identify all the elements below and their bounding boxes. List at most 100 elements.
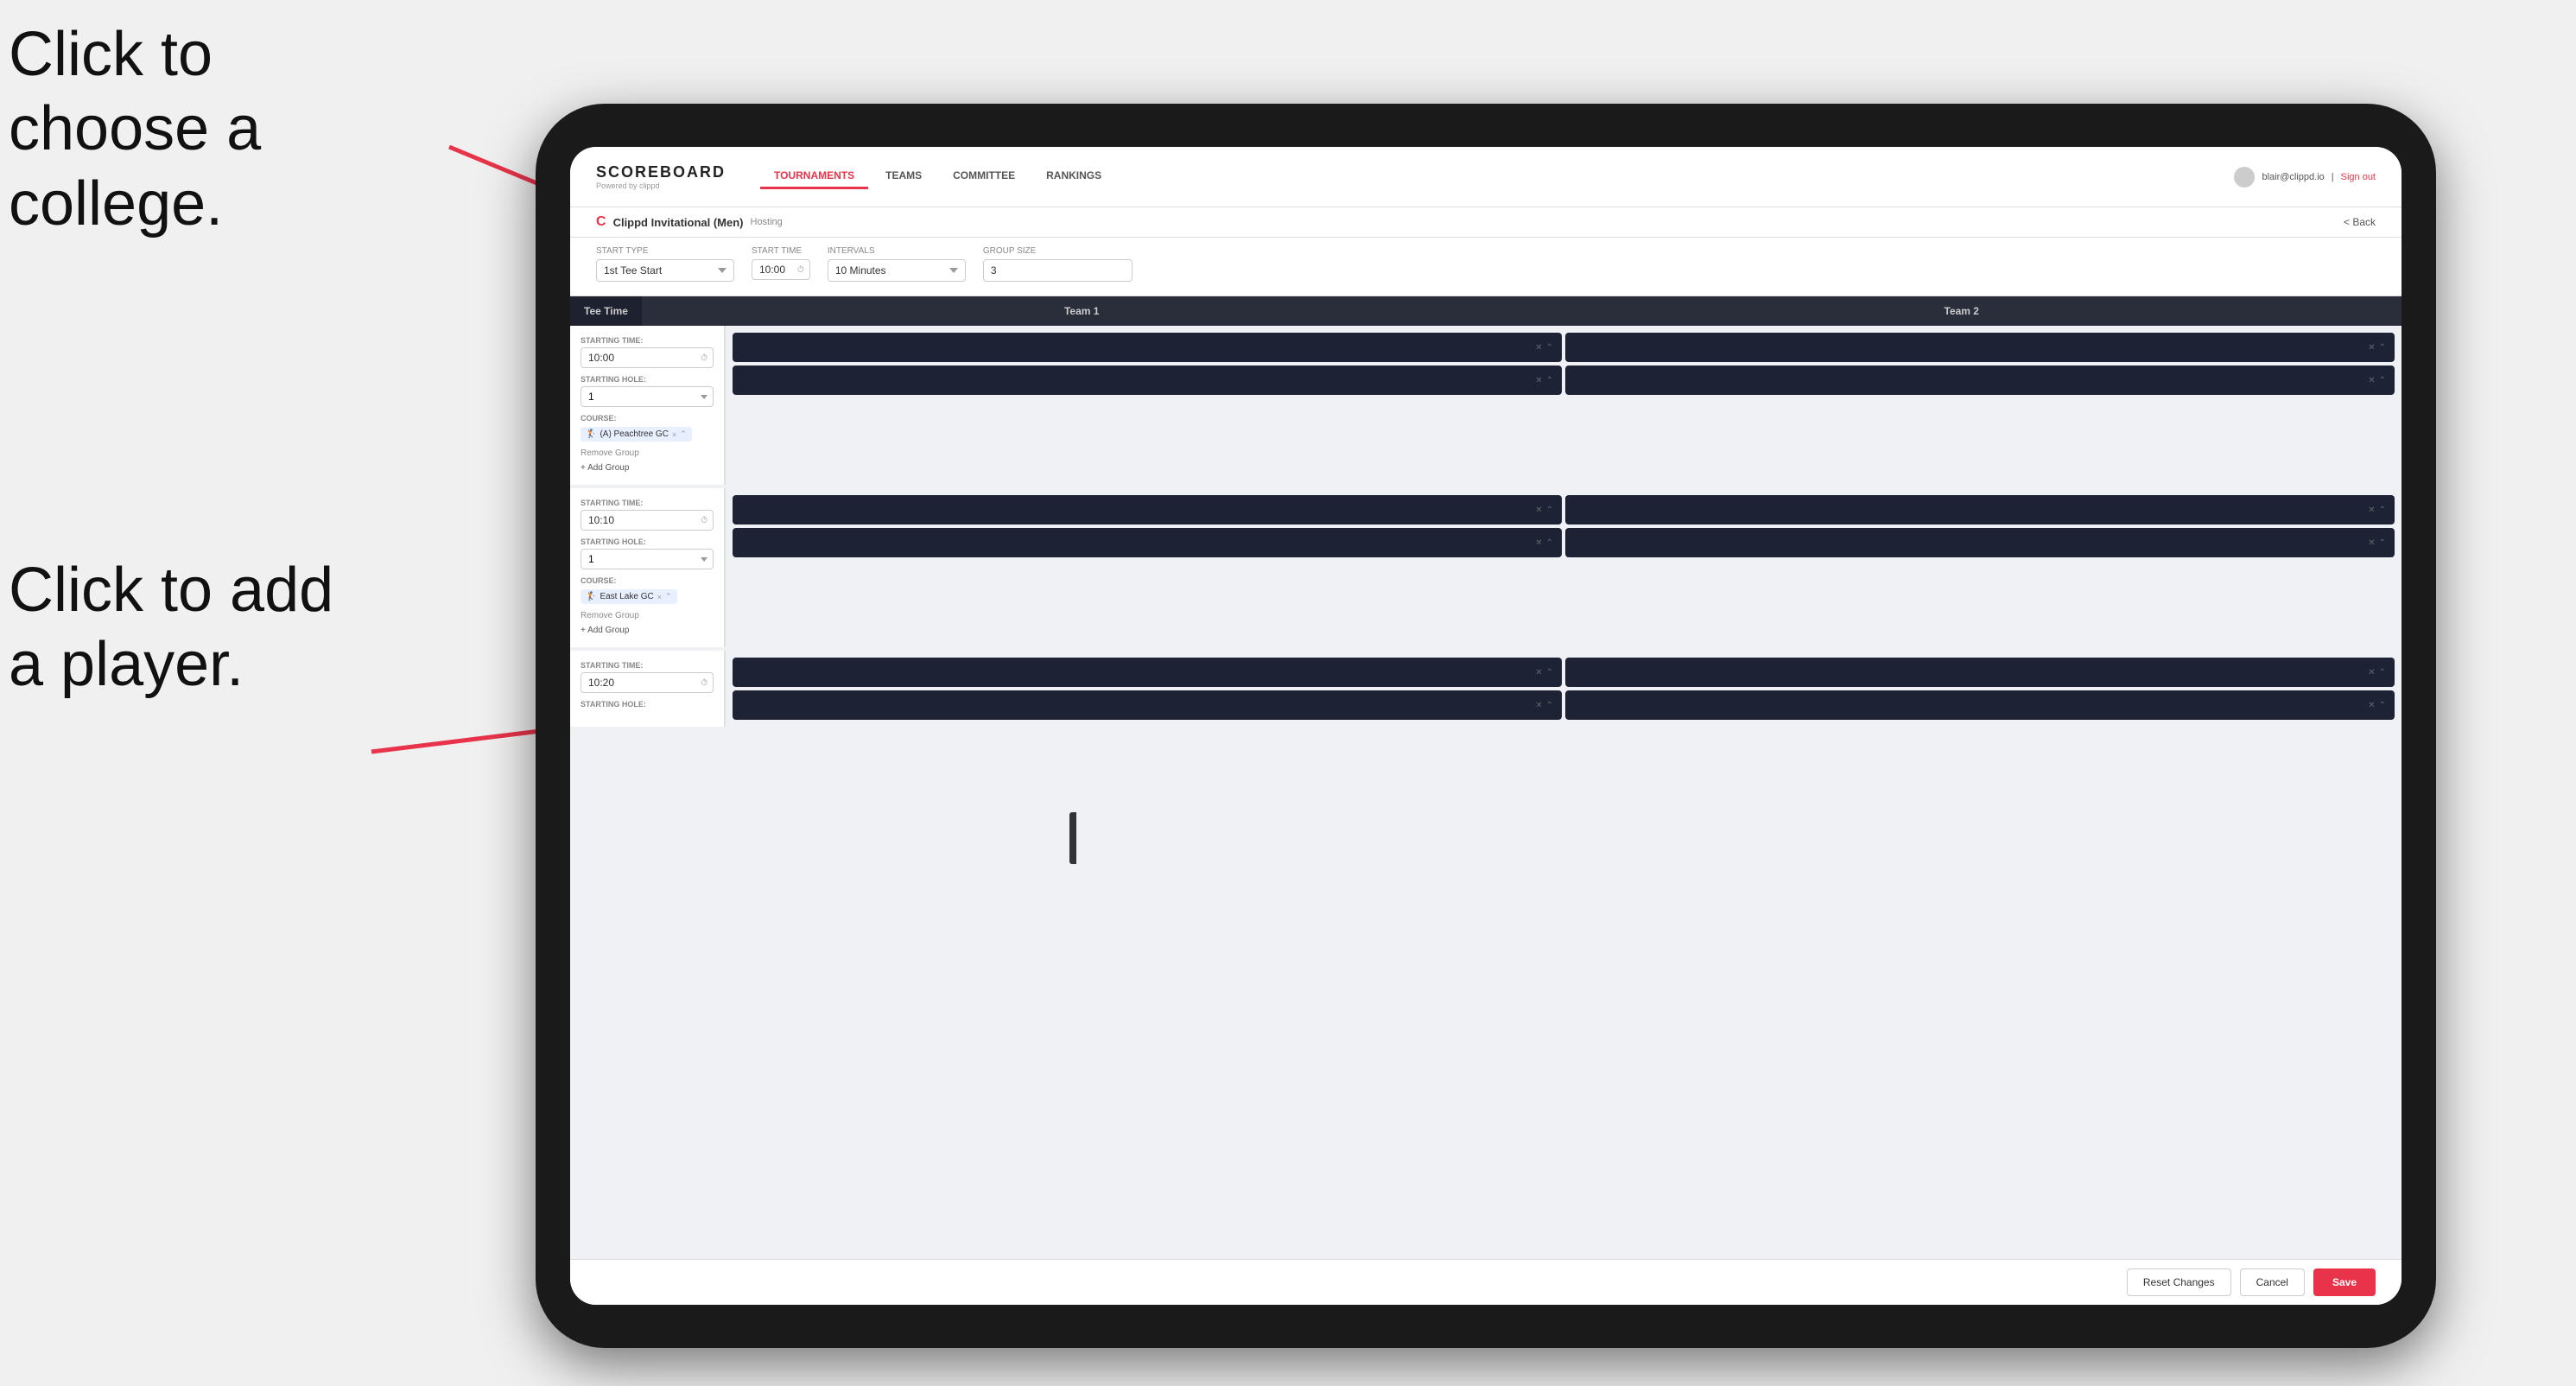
tablet-side-button — [1069, 812, 1076, 864]
reset-changes-button[interactable]: Reset Changes — [2127, 1268, 2231, 1296]
start-time-label: Start Time — [752, 246, 810, 256]
header-team2: Team 2 — [1521, 296, 2402, 326]
nav-tab-tournaments[interactable]: TOURNAMENTS — [760, 164, 868, 189]
group-row-2: STARTING TIME: 10:10 ⏱ STARTING HOLE: 1 … — [570, 488, 2402, 651]
app-logo-sub: Powered by clippd — [596, 181, 726, 190]
slot-x-1-1[interactable]: ✕ — [1535, 343, 1542, 353]
time-input-2: 10:10 ⏱ — [581, 510, 714, 531]
slot-x-4-2[interactable]: ✕ — [2368, 538, 2375, 548]
slot-x-5-1[interactable]: ✕ — [1535, 668, 1542, 677]
bottom-bar: Reset Changes Cancel Save — [570, 1259, 2402, 1305]
course-remove-2[interactable]: × — [657, 593, 662, 601]
app-logo-title: SCOREBOARD — [596, 163, 726, 181]
slot-chevron-6-2[interactable]: ⌃ — [2379, 701, 2386, 710]
clock-icon: ⏱ — [792, 262, 809, 278]
intervals-select[interactable]: 10 Minutes — [828, 259, 966, 282]
slot-chevron-6-1[interactable]: ⌃ — [2379, 668, 2386, 677]
slot-x-6-2[interactable]: ✕ — [2368, 701, 2375, 710]
course-label-1: COURSE: — [581, 414, 714, 423]
nav-tab-committee[interactable]: COMMITTEE — [939, 164, 1029, 189]
nav-tab-teams[interactable]: TEAMS — [872, 164, 936, 189]
player-slot-3-1[interactable]: ✕ ⌃ — [733, 495, 1562, 525]
team2-col-3: ✕ ⌃ ✕ ⌃ — [1565, 658, 2395, 720]
team2-col-2: ✕ ⌃ ✕ ⌃ — [1565, 495, 2395, 640]
user-email: blair@clippd.io — [2262, 172, 2324, 182]
starting-hole-label-3: STARTING HOLE: — [581, 700, 714, 709]
header-team1: Team 1 — [642, 296, 1522, 326]
course-remove-1[interactable]: × — [672, 430, 676, 439]
clock-icon-2: ⏱ — [695, 512, 713, 529]
start-type-select[interactable]: 1st Tee Start — [596, 259, 734, 282]
sign-out-link[interactable]: Sign out — [2341, 172, 2376, 182]
time-input-3: 10:20 ⏱ — [581, 672, 714, 693]
setting-group-size: Group Size — [983, 246, 1133, 287]
group-actions-1: Remove Group + Add Group — [581, 447, 714, 474]
course-tag-1: 🏌 (A) Peachtree GC × ⌃ — [581, 427, 692, 442]
tee-time-col-1: STARTING TIME: 10:00 ⏱ STARTING HOLE: 1 … — [570, 326, 726, 485]
remove-group-btn-1[interactable]: Remove Group — [581, 447, 714, 460]
teams-area-1: ✕ ⌃ ✕ ⌃ — [726, 326, 2402, 485]
remove-group-btn-2[interactable]: Remove Group — [581, 609, 714, 622]
tee-time-col-2: STARTING TIME: 10:10 ⏱ STARTING HOLE: 1 … — [570, 488, 726, 647]
slot-chevron-1-1[interactable]: ⌃ — [1546, 343, 1553, 353]
course-chevron-2[interactable]: ⌃ — [665, 592, 672, 601]
player-slot-6-1[interactable]: ✕ ⌃ — [1565, 658, 2395, 687]
save-button[interactable]: Save — [2313, 1268, 2376, 1296]
slot-chevron-3-1[interactable]: ⌃ — [1546, 505, 1553, 515]
slot-x-4-1[interactable]: ✕ — [2368, 505, 2375, 515]
slot-x-5-2[interactable]: ✕ — [1535, 701, 1542, 710]
player-slot-5-2[interactable]: ✕ ⌃ — [733, 690, 1562, 720]
player-slot-3-2[interactable]: ✕ ⌃ — [733, 528, 1562, 557]
logo-area: SCOREBOARD Powered by clippd — [596, 163, 726, 190]
player-slot-2-2[interactable]: ✕ ⌃ — [1565, 366, 2395, 395]
slot-chevron-2-2[interactable]: ⌃ — [2379, 376, 2386, 385]
slot-x-2-1[interactable]: ✕ — [2368, 343, 2375, 353]
slot-chevron-3-2[interactable]: ⌃ — [1546, 538, 1553, 548]
start-type-label: Start Type — [596, 246, 734, 256]
course-name-2: East Lake GC — [600, 592, 653, 601]
player-slot-6-2[interactable]: ✕ ⌃ — [1565, 690, 2395, 720]
tablet-frame: SCOREBOARD Powered by clippd TOURNAMENTS… — [536, 104, 2436, 1348]
time-value-1: 10:00 — [581, 348, 695, 367]
group-row-1: STARTING TIME: 10:00 ⏱ STARTING HOLE: 1 … — [570, 326, 2402, 488]
group-size-input[interactable] — [983, 259, 1133, 282]
slot-chevron-2-1[interactable]: ⌃ — [2379, 343, 2386, 353]
hole-select-2[interactable]: 1 — [581, 549, 714, 569]
slot-chevron-5-1[interactable]: ⌃ — [1546, 668, 1553, 677]
clock-icon-3: ⏱ — [695, 675, 713, 691]
nav-tab-rankings[interactable]: RANKINGS — [1032, 164, 1115, 189]
team1-col-2: ✕ ⌃ ✕ ⌃ — [733, 495, 1562, 640]
slot-x-3-1[interactable]: ✕ — [1535, 505, 1542, 515]
player-slot-5-1[interactable]: ✕ ⌃ — [733, 658, 1562, 687]
course-chevron-1[interactable]: ⌃ — [680, 429, 687, 439]
add-group-btn-2[interactable]: + Add Group — [581, 624, 714, 637]
slot-x-6-1[interactable]: ✕ — [2368, 668, 2375, 677]
hole-select-1[interactable]: 1 — [581, 386, 714, 407]
player-slot-1-1[interactable]: ✕ ⌃ — [733, 333, 1562, 362]
slot-chevron-4-1[interactable]: ⌃ — [2379, 505, 2386, 515]
slot-chevron-1-2[interactable]: ⌃ — [1546, 376, 1553, 385]
player-slot-1-2[interactable]: ✕ ⌃ — [733, 366, 1562, 395]
time-value-3: 10:20 — [581, 673, 695, 692]
start-time-input-row: 10:00 ⏱ — [752, 259, 810, 280]
cancel-button[interactable]: Cancel — [2240, 1268, 2305, 1296]
slot-x-1-2[interactable]: ✕ — [1535, 376, 1542, 385]
main-content: STARTING TIME: 10:00 ⏱ STARTING HOLE: 1 … — [570, 326, 2402, 1259]
slot-chevron-4-2[interactable]: ⌃ — [2379, 538, 2386, 548]
time-input-1: 10:00 ⏱ — [581, 347, 714, 368]
player-slot-4-2[interactable]: ✕ ⌃ — [1565, 528, 2395, 557]
starting-hole-label-1: STARTING HOLE: — [581, 375, 714, 384]
team1-col-1: ✕ ⌃ ✕ ⌃ — [733, 333, 1562, 478]
player-slot-2-1[interactable]: ✕ ⌃ — [1565, 333, 2395, 362]
slot-x-3-2[interactable]: ✕ — [1535, 538, 1542, 548]
slot-chevron-5-2[interactable]: ⌃ — [1546, 701, 1553, 710]
player-slot-4-1[interactable]: ✕ ⌃ — [1565, 495, 2395, 525]
setting-start-time: Start Time 10:00 ⏱ — [752, 246, 810, 287]
back-button[interactable]: Back — [2344, 216, 2376, 228]
group-actions-2: Remove Group + Add Group — [581, 609, 714, 637]
add-group-btn-1[interactable]: + Add Group — [581, 461, 714, 474]
time-value-2: 10:10 — [581, 511, 695, 530]
table-header: Tee Time Team 1 Team 2 — [570, 296, 2402, 326]
slot-x-2-2[interactable]: ✕ — [2368, 376, 2375, 385]
clock-icon-1: ⏱ — [695, 350, 713, 366]
